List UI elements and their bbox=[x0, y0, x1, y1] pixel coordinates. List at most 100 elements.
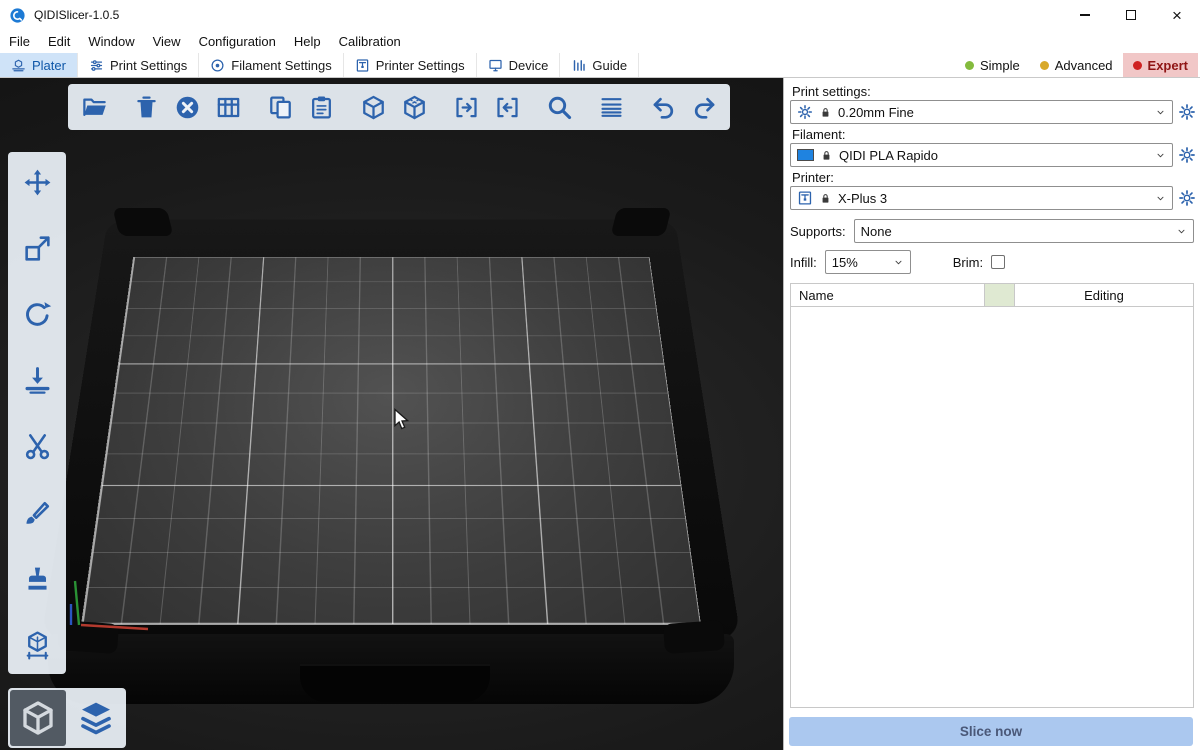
chevron-down-icon bbox=[1155, 107, 1166, 118]
rotate-icon bbox=[22, 299, 53, 330]
tab-device[interactable]: Device bbox=[477, 53, 561, 77]
tab-printer-settings[interactable]: Printer Settings bbox=[344, 53, 477, 77]
copy-button[interactable] bbox=[262, 88, 298, 126]
mouse-cursor-icon bbox=[392, 408, 412, 432]
move-icon bbox=[22, 167, 53, 198]
filament-combo[interactable]: QIDI PLA Rapido bbox=[790, 143, 1173, 167]
split-parts-icon bbox=[401, 94, 428, 121]
cut-icon bbox=[22, 431, 53, 462]
object-list-body[interactable] bbox=[791, 307, 1193, 707]
measure-button[interactable] bbox=[15, 622, 59, 666]
redo-button[interactable] bbox=[686, 88, 722, 126]
rotate-button[interactable] bbox=[15, 292, 59, 336]
column-name[interactable]: Name bbox=[791, 284, 985, 306]
add-instance-button[interactable] bbox=[448, 88, 484, 126]
bed-corner-clip bbox=[113, 208, 174, 236]
column-editing[interactable]: Editing bbox=[1015, 284, 1193, 306]
seam-icon bbox=[22, 563, 53, 594]
search-button[interactable] bbox=[541, 88, 577, 126]
arrange-icon bbox=[215, 94, 242, 121]
delete-button[interactable] bbox=[128, 88, 164, 126]
close-button[interactable]: × bbox=[1154, 0, 1200, 30]
filament-label: Filament: bbox=[792, 127, 1192, 142]
paste-button[interactable] bbox=[303, 88, 339, 126]
tab-label: Filament Settings bbox=[231, 58, 331, 73]
arrange-button[interactable] bbox=[210, 88, 246, 126]
mode-dot bbox=[1040, 61, 1049, 70]
undo-icon bbox=[650, 94, 677, 121]
tab-filament-settings[interactable]: Filament Settings bbox=[199, 53, 343, 77]
3d-editor-view-button[interactable] bbox=[10, 690, 66, 746]
print-profile-icon bbox=[797, 104, 813, 120]
open-button[interactable] bbox=[76, 88, 112, 126]
menu-file[interactable]: File bbox=[0, 30, 39, 53]
split-to-objects-button[interactable] bbox=[355, 88, 391, 126]
menu-window[interactable]: Window bbox=[79, 30, 143, 53]
layers-icon bbox=[598, 94, 625, 121]
object-list-header: Name Editing bbox=[791, 284, 1193, 307]
print-settings-gear-button[interactable] bbox=[1178, 103, 1196, 121]
place-on-face-icon bbox=[22, 365, 53, 396]
app-logo-icon bbox=[9, 7, 26, 24]
printer-label: Printer: bbox=[792, 170, 1192, 185]
sidebar: Print settings: 0.20mm Fine Filament: QI… bbox=[783, 78, 1200, 750]
tab-label: Guide bbox=[592, 58, 627, 73]
lock-icon bbox=[819, 106, 832, 119]
supports-combo[interactable]: None bbox=[854, 219, 1194, 243]
printer-gear-button[interactable] bbox=[1178, 189, 1196, 207]
mode-expert[interactable]: Expert bbox=[1123, 53, 1198, 77]
mode-advanced[interactable]: Advanced bbox=[1030, 53, 1123, 77]
tab-label: Print Settings bbox=[110, 58, 187, 73]
menu-edit[interactable]: Edit bbox=[39, 30, 79, 53]
menu-help[interactable]: Help bbox=[285, 30, 330, 53]
chevron-down-icon bbox=[1176, 226, 1187, 237]
slice-now-button[interactable]: Slice now bbox=[789, 717, 1193, 746]
printer-combo[interactable]: X-Plus 3 bbox=[790, 186, 1173, 210]
scale-button[interactable] bbox=[15, 226, 59, 270]
menu-configuration[interactable]: Configuration bbox=[190, 30, 285, 53]
measure-icon bbox=[22, 629, 53, 660]
view-3d-icon bbox=[18, 698, 58, 738]
bed-corner-clip bbox=[611, 208, 672, 236]
split-to-parts-button[interactable] bbox=[396, 88, 432, 126]
move-button[interactable] bbox=[15, 160, 59, 204]
brim-label: Brim: bbox=[953, 255, 983, 270]
tab-guide[interactable]: Guide bbox=[560, 53, 639, 77]
paint-supports-button[interactable] bbox=[15, 490, 59, 534]
print-settings-combo[interactable]: 0.20mm Fine bbox=[790, 100, 1173, 124]
view-layers-icon bbox=[76, 698, 116, 738]
window-title: QIDISlicer-1.0.5 bbox=[34, 8, 119, 22]
tab-plater[interactable]: Plater bbox=[0, 53, 78, 77]
tab-print-settings[interactable]: Print Settings bbox=[78, 53, 199, 77]
maximize-button[interactable] bbox=[1108, 0, 1154, 30]
filament-gear-button[interactable] bbox=[1178, 146, 1196, 164]
undo-button[interactable] bbox=[645, 88, 681, 126]
device-icon bbox=[488, 58, 503, 73]
3d-viewport[interactable] bbox=[0, 78, 783, 750]
variable-layer-height-button[interactable] bbox=[593, 88, 629, 126]
window-controls: × bbox=[1062, 0, 1200, 30]
delete-all-button[interactable] bbox=[169, 88, 205, 126]
bed-handle bbox=[300, 664, 490, 702]
scale-icon bbox=[22, 233, 53, 264]
trash-icon bbox=[133, 94, 160, 121]
minimize-button[interactable] bbox=[1062, 0, 1108, 30]
mode-simple[interactable]: Simple bbox=[955, 53, 1030, 77]
remove-instance-button[interactable] bbox=[489, 88, 525, 126]
seam-button[interactable] bbox=[15, 556, 59, 600]
split-objects-icon bbox=[360, 94, 387, 121]
column-extruder[interactable] bbox=[985, 284, 1015, 306]
bed-grid-surface bbox=[81, 257, 701, 625]
filament-value: QIDI PLA Rapido bbox=[839, 148, 938, 163]
add-instance-icon bbox=[453, 94, 480, 121]
print-settings-value: 0.20mm Fine bbox=[838, 105, 914, 120]
infill-combo[interactable]: 15% bbox=[825, 250, 911, 274]
infill-label: Infill: bbox=[790, 255, 817, 270]
menu-view[interactable]: View bbox=[144, 30, 190, 53]
cut-button[interactable] bbox=[15, 424, 59, 468]
mode-label: Expert bbox=[1148, 58, 1188, 73]
menu-calibration[interactable]: Calibration bbox=[330, 30, 410, 53]
brim-checkbox[interactable] bbox=[991, 255, 1005, 269]
place-on-face-button[interactable] bbox=[15, 358, 59, 402]
preview-view-button[interactable] bbox=[68, 690, 124, 746]
